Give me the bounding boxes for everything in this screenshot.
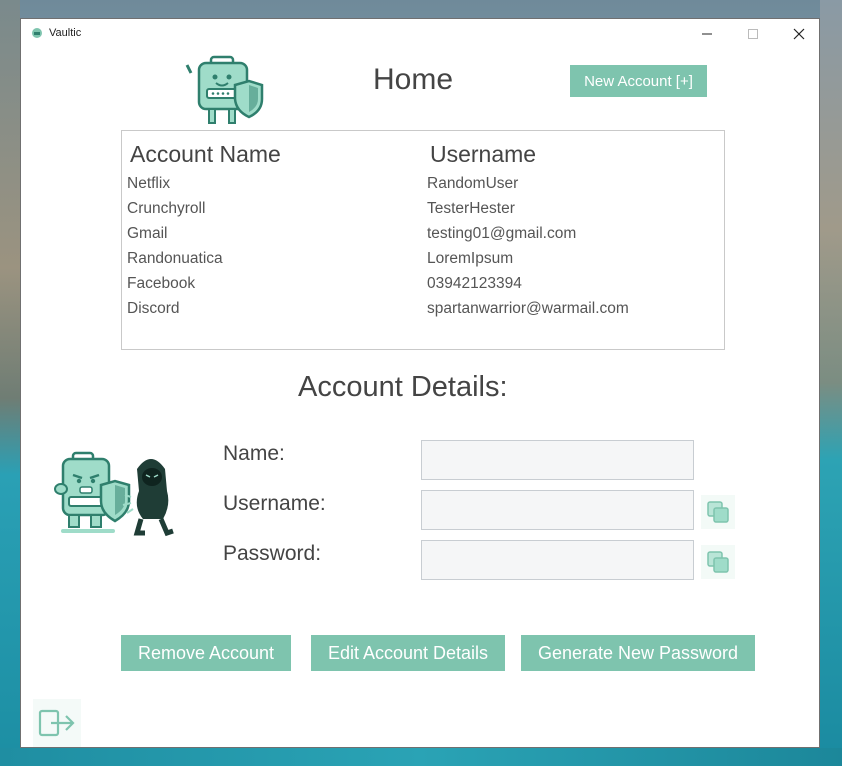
app-logo-icon <box>32 28 42 38</box>
name-field[interactable] <box>421 440 694 480</box>
maximize-icon <box>748 29 758 39</box>
app-window: Vaultic Home New Account [+] Account Nam… <box>20 18 820 748</box>
close-button[interactable] <box>776 19 822 49</box>
minimize-icon <box>702 33 712 35</box>
username-cell: testing01@gmail.com <box>427 225 577 242</box>
password-field[interactable] <box>421 540 694 580</box>
table-row[interactable]: Crunchyroll TesterHester <box>122 200 724 225</box>
accounts-table: Account Name Username Netflix RandomUser … <box>121 130 725 350</box>
copy-password-button[interactable] <box>701 545 735 579</box>
account-name-cell: Discord <box>127 300 180 317</box>
vault-guard-illustration <box>54 451 174 537</box>
close-icon <box>793 28 805 40</box>
username-cell: TesterHester <box>427 200 515 217</box>
new-account-button[interactable]: New Account [+] <box>570 65 707 97</box>
password-label: Password: <box>223 542 322 565</box>
logout-button[interactable] <box>33 699 81 747</box>
title-bar: Vaultic <box>21 19 819 49</box>
table-row[interactable]: Randonuatica LoremIpsum <box>122 250 724 275</box>
column-header-username: Username <box>430 141 537 167</box>
generate-password-button[interactable]: Generate New Password <box>521 635 755 671</box>
copy-username-button[interactable] <box>701 495 735 529</box>
copy-icon <box>707 551 729 573</box>
logout-icon <box>38 709 75 737</box>
account-name-cell: Netflix <box>127 175 171 192</box>
table-row[interactable]: Netflix RandomUser <box>122 175 724 200</box>
desktop-background <box>0 0 20 766</box>
vault-mascot-illustration <box>185 55 264 124</box>
username-label: Username: <box>223 492 326 515</box>
table-row[interactable]: Gmail testing01@gmail.com <box>122 225 724 250</box>
account-name-cell: Gmail <box>127 225 168 242</box>
page-title: Home <box>373 63 454 96</box>
username-field[interactable] <box>421 490 694 530</box>
minimize-button[interactable] <box>684 19 730 49</box>
account-name-cell: Randonuatica <box>127 250 223 267</box>
account-details-title: Account Details: <box>298 371 508 403</box>
account-name-cell: Facebook <box>127 275 196 292</box>
username-cell: 03942123394 <box>427 275 522 292</box>
window-title: Vaultic <box>49 27 82 39</box>
copy-icon <box>707 501 729 523</box>
desktop-background <box>0 748 842 766</box>
username-cell: LoremIpsum <box>427 250 514 267</box>
username-cell: spartanwarrior@warmail.com <box>427 300 629 317</box>
desktop-background <box>820 0 842 766</box>
table-row[interactable]: Facebook 03942123394 <box>122 275 724 300</box>
table-row[interactable]: Discord spartanwarrior@warmail.com <box>122 300 724 325</box>
edit-account-button[interactable]: Edit Account Details <box>311 635 505 671</box>
account-name-cell: Crunchyroll <box>127 200 206 217</box>
username-cell: RandomUser <box>427 175 519 192</box>
accounts-list: Netflix RandomUser Crunchyroll TesterHeste… <box>122 175 724 325</box>
column-header-account-name: Account Name <box>130 141 281 167</box>
name-label: Name: <box>223 442 285 465</box>
maximize-button[interactable] <box>730 19 776 49</box>
remove-account-button[interactable]: Remove Account <box>121 635 291 671</box>
